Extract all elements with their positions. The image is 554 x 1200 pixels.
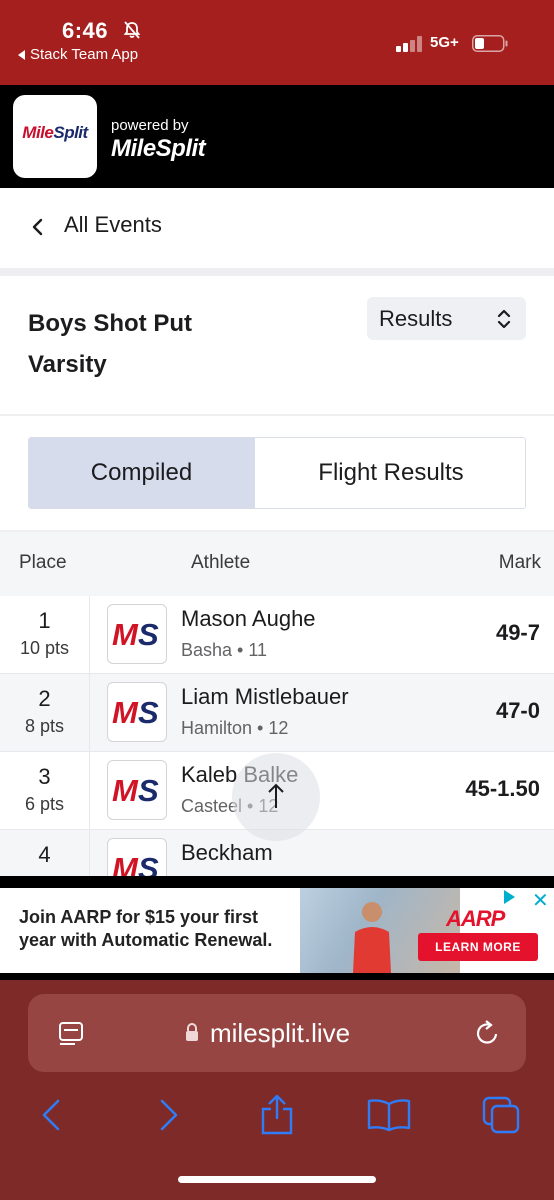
place-number: 2 [38, 686, 51, 711]
app-logo[interactable]: MileSplit [13, 95, 97, 178]
lock-icon [186, 1023, 198, 1041]
badge-m: M [112, 773, 138, 808]
place-number: 1 [38, 608, 51, 633]
athlete-mark: 47-0 [495, 698, 540, 723]
scroll-to-top-button[interactable] [232, 753, 320, 841]
divider [0, 268, 554, 276]
badge-s: S [138, 695, 159, 730]
tab-flight-results[interactable]: Flight Results [254, 438, 525, 508]
tabs-icon[interactable] [480, 1094, 522, 1136]
team-logo: MS [107, 838, 167, 876]
place-cell: 2 8 pts [0, 674, 90, 751]
back-to-app-link[interactable]: Stack Team App [18, 46, 138, 63]
athlete-name[interactable]: Mason Aughe [181, 606, 316, 632]
badge-s: S [138, 851, 159, 876]
address-bar[interactable]: milesplit.live [28, 994, 526, 1072]
aarp-logo: AARP [446, 906, 505, 931]
ad-content[interactable]: Join AARP for $15 your first year with A… [0, 888, 554, 973]
logo-text: MileSplit [13, 123, 97, 143]
event-title-line2: Varsity [28, 351, 107, 378]
place-cell: 1 10 pts [0, 596, 90, 673]
place-number: 4 [38, 842, 51, 867]
bell-muted-icon [123, 21, 141, 39]
team-logo: MS [107, 604, 167, 664]
ad-person-image [353, 902, 391, 973]
browser-toolbar: milesplit.live [0, 980, 554, 1200]
back-label: All Events [64, 212, 162, 237]
table-row[interactable]: 1 10 pts MS Mason Aughe Basha • 11 49-7 [0, 596, 554, 674]
table-row[interactable]: 2 8 pts MS Liam Mistlebauer Hamilton • 1… [0, 674, 554, 752]
url-text: milesplit.live [210, 1018, 351, 1048]
milesplit-header: MileSplit powered by MileSplit [0, 85, 554, 188]
team-logo: MS [107, 682, 167, 742]
divider [0, 414, 554, 416]
place-number: 3 [38, 764, 51, 789]
powered-brand: MileSplit [111, 135, 206, 162]
badge-m: M [112, 695, 138, 730]
place-cell: 4 [0, 830, 90, 876]
event-title-line1: Boys Shot Put [28, 310, 193, 337]
network-type: 5G+ [430, 34, 459, 51]
back-triangle-icon [18, 50, 25, 61]
athlete-team-grade: Hamilton • 12 [181, 718, 289, 738]
table-header: Place Athlete Mark [0, 532, 554, 596]
place-cell: 3 6 pts [0, 752, 90, 829]
place-points: 8 pts [24, 716, 65, 736]
signal-icon [396, 36, 422, 52]
tab-compiled[interactable]: Compiled [29, 438, 254, 508]
powered-by-label: powered by [111, 117, 189, 134]
forward-arrow-icon[interactable] [154, 1097, 182, 1133]
arrow-up-icon [268, 783, 284, 808]
share-icon[interactable] [258, 1092, 296, 1136]
chevron-up-down-icon [497, 309, 511, 329]
column-header-place: Place [19, 552, 67, 573]
back-arrow-icon[interactable] [38, 1097, 66, 1133]
chevron-left-icon [32, 218, 43, 236]
logo-mile: Mile [22, 123, 54, 142]
ad-text: Join AARP for $15 your first year with A… [19, 907, 273, 950]
athlete-mark: 49-7 [495, 620, 540, 645]
athlete-team-grade: Basha • 11 [181, 640, 268, 660]
home-indicator [178, 1176, 376, 1183]
event-title: Boys Shot Put Varsity [28, 303, 278, 385]
team-logo: MS [107, 760, 167, 820]
results-view-select[interactable]: Results [367, 297, 526, 340]
status-bar: 6:46 Stack Team App 5G+ [0, 0, 554, 85]
badge-m: M [112, 851, 138, 876]
athlete-name[interactable]: Beckham [181, 840, 273, 866]
ad-close-icon[interactable]: ✕ [532, 888, 549, 913]
status-time: 6:46 [62, 18, 109, 43]
column-header-athlete: Athlete [191, 552, 251, 573]
back-app-label: Stack Team App [30, 46, 139, 63]
column-header-mark: Mark [498, 552, 541, 573]
badge-s: S [138, 617, 159, 652]
place-points: 10 pts [19, 638, 70, 658]
badge-s: S [138, 773, 159, 808]
athlete-name[interactable]: Liam Mistlebauer [181, 684, 349, 710]
results-tabs: Compiled Flight Results [28, 437, 526, 509]
ad-play-icon [504, 890, 515, 904]
bookmarks-icon[interactable] [366, 1098, 412, 1132]
athlete-mark: 45-1.50 [465, 776, 540, 801]
ad-banner: Join AARP for $15 your first year with A… [0, 876, 554, 980]
results-select-value: Results [379, 306, 453, 331]
logo-split: Split [53, 123, 88, 142]
place-points: 6 pts [24, 794, 65, 814]
badge-m: M [112, 617, 138, 652]
page-menu-icon[interactable] [58, 1020, 86, 1048]
reload-icon[interactable] [474, 1018, 502, 1048]
battery-icon [472, 35, 508, 52]
ad-learn-more-button[interactable]: LEARN MORE [418, 933, 538, 961]
back-to-events-link[interactable]: All Events [0, 188, 554, 268]
